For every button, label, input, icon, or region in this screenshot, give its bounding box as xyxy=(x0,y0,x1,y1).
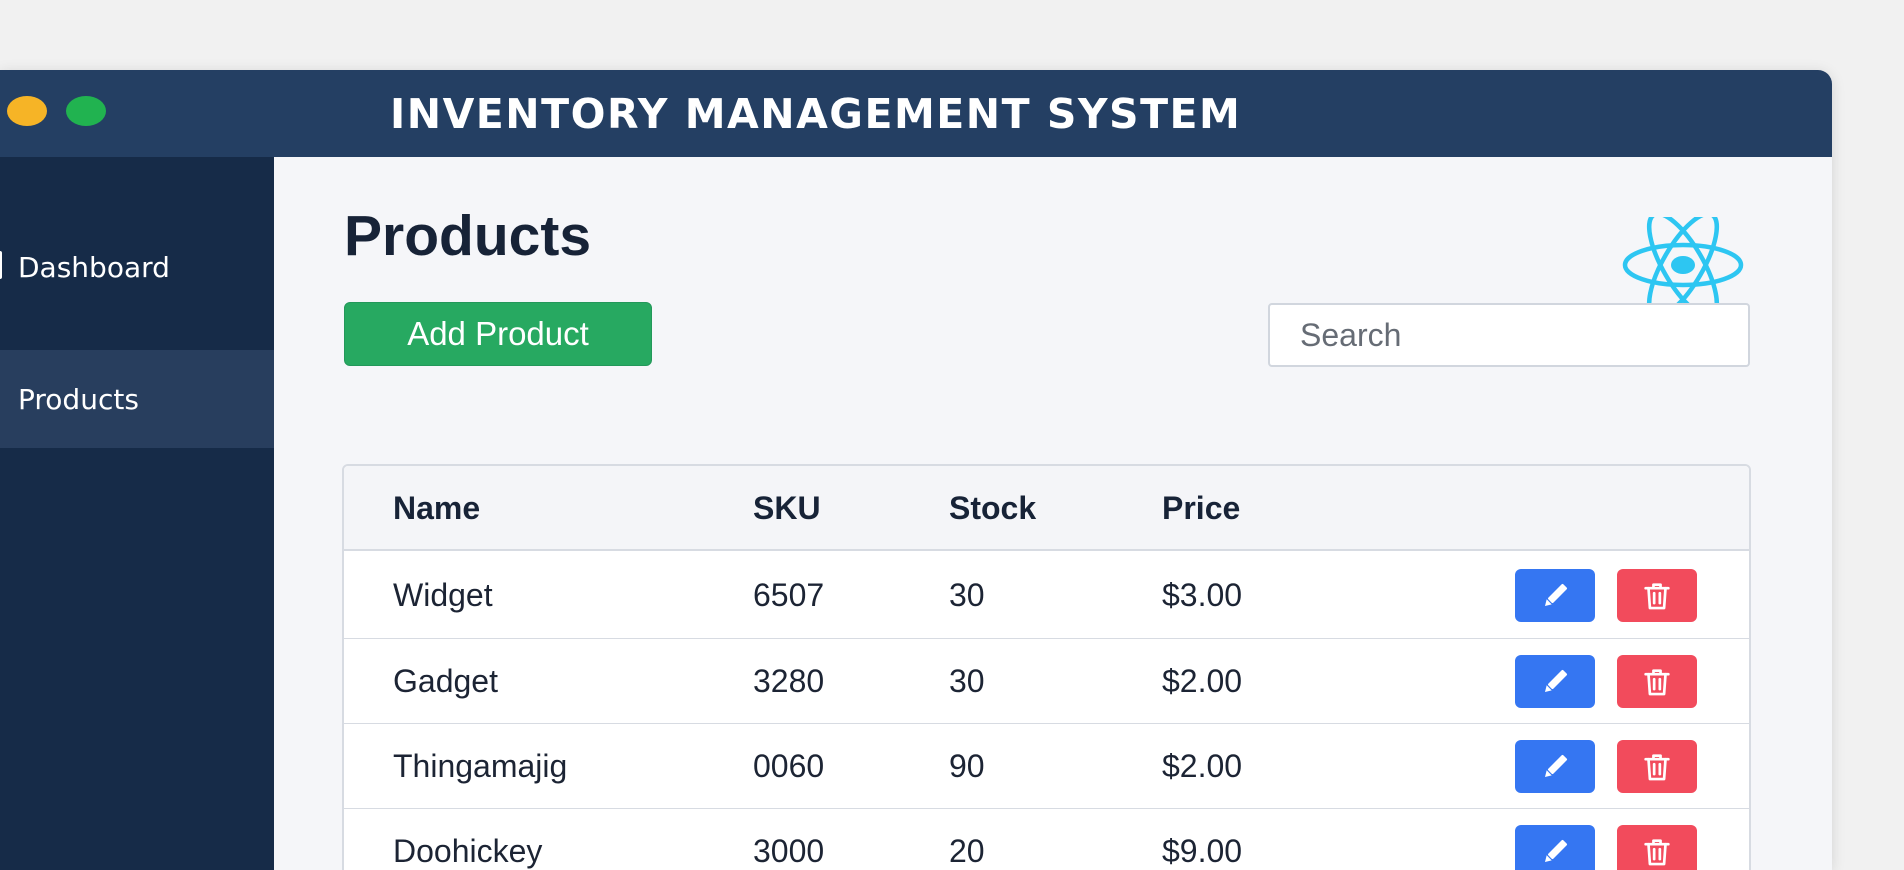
cell-sku: 3280 xyxy=(753,663,825,699)
cell-sku: 6507 xyxy=(753,577,825,613)
cell-name: Widget xyxy=(393,577,493,613)
cell-name: Thingamajig xyxy=(393,748,568,784)
edit-button[interactable] xyxy=(1515,655,1595,708)
app-window: INVENTORY MANAGEMENT SYSTEM Dashboard Pr… xyxy=(0,70,1832,870)
title-bar: INVENTORY MANAGEMENT SYSTEM xyxy=(0,70,1832,157)
cell-stock: 30 xyxy=(949,663,985,699)
react-atom-icon xyxy=(1622,217,1744,313)
products-table: Name SKU Stock Price Widget 6507 30 $3.0… xyxy=(342,464,1751,870)
delete-button[interactable] xyxy=(1617,825,1697,870)
sidebar-item-label: Products xyxy=(18,382,139,416)
trash-icon xyxy=(1644,668,1670,695)
delete-button[interactable] xyxy=(1617,569,1697,622)
trash-icon xyxy=(1644,838,1670,865)
app-title: INVENTORY MANAGEMENT SYSTEM xyxy=(390,90,1242,138)
table-row: Doohickey 3000 20 $9.00 xyxy=(344,808,1749,870)
delete-button[interactable] xyxy=(1617,740,1697,793)
column-header-stock[interactable]: Stock xyxy=(949,466,1036,551)
pencil-icon xyxy=(1544,583,1568,606)
cell-sku: 3000 xyxy=(753,833,825,869)
page-title: Products xyxy=(344,204,592,268)
pencil-icon xyxy=(1544,754,1568,777)
minimize-dot[interactable] xyxy=(7,96,47,126)
main-content: Products Add Product Name SKU Stock Pric… xyxy=(274,157,1832,870)
cell-stock: 20 xyxy=(949,833,985,869)
cell-price: $3.00 xyxy=(1162,577,1243,613)
search-input[interactable] xyxy=(1268,303,1750,367)
column-header-name[interactable]: Name xyxy=(393,466,480,551)
cell-price: $9.00 xyxy=(1162,833,1243,869)
column-header-sku[interactable]: SKU xyxy=(753,466,821,551)
edit-button[interactable] xyxy=(1515,569,1595,622)
sidebar-item-label: Dashboard xyxy=(18,250,170,284)
edit-button[interactable] xyxy=(1515,740,1595,793)
delete-button[interactable] xyxy=(1617,655,1697,708)
edit-button[interactable] xyxy=(1515,825,1595,870)
sidebar: Dashboard Products xyxy=(0,157,274,870)
cell-stock: 90 xyxy=(949,748,985,784)
sidebar-item-dashboard[interactable]: Dashboard xyxy=(0,242,274,292)
cell-sku: 0060 xyxy=(753,748,825,784)
pencil-icon xyxy=(1544,839,1568,862)
table-row: Gadget 3280 30 $2.00 xyxy=(344,638,1749,723)
pencil-icon xyxy=(1544,669,1568,692)
nav-marker-icon xyxy=(0,251,2,279)
maximize-dot[interactable] xyxy=(66,96,106,126)
sidebar-item-products[interactable]: Products xyxy=(0,350,274,448)
table-row: Thingamajig 0060 90 $2.00 xyxy=(344,723,1749,808)
table-row: Widget 6507 30 $3.00 xyxy=(344,553,1749,638)
cell-price: $2.00 xyxy=(1162,663,1243,699)
table-header-row: Name SKU Stock Price xyxy=(344,466,1749,551)
cell-name: Doohickey xyxy=(393,833,543,869)
cell-stock: 30 xyxy=(949,577,985,613)
trash-icon xyxy=(1644,582,1670,609)
add-product-button[interactable]: Add Product xyxy=(344,302,652,366)
cell-price: $2.00 xyxy=(1162,748,1243,784)
column-header-price[interactable]: Price xyxy=(1162,466,1240,551)
trash-icon xyxy=(1644,753,1670,780)
cell-name: Gadget xyxy=(393,663,498,699)
